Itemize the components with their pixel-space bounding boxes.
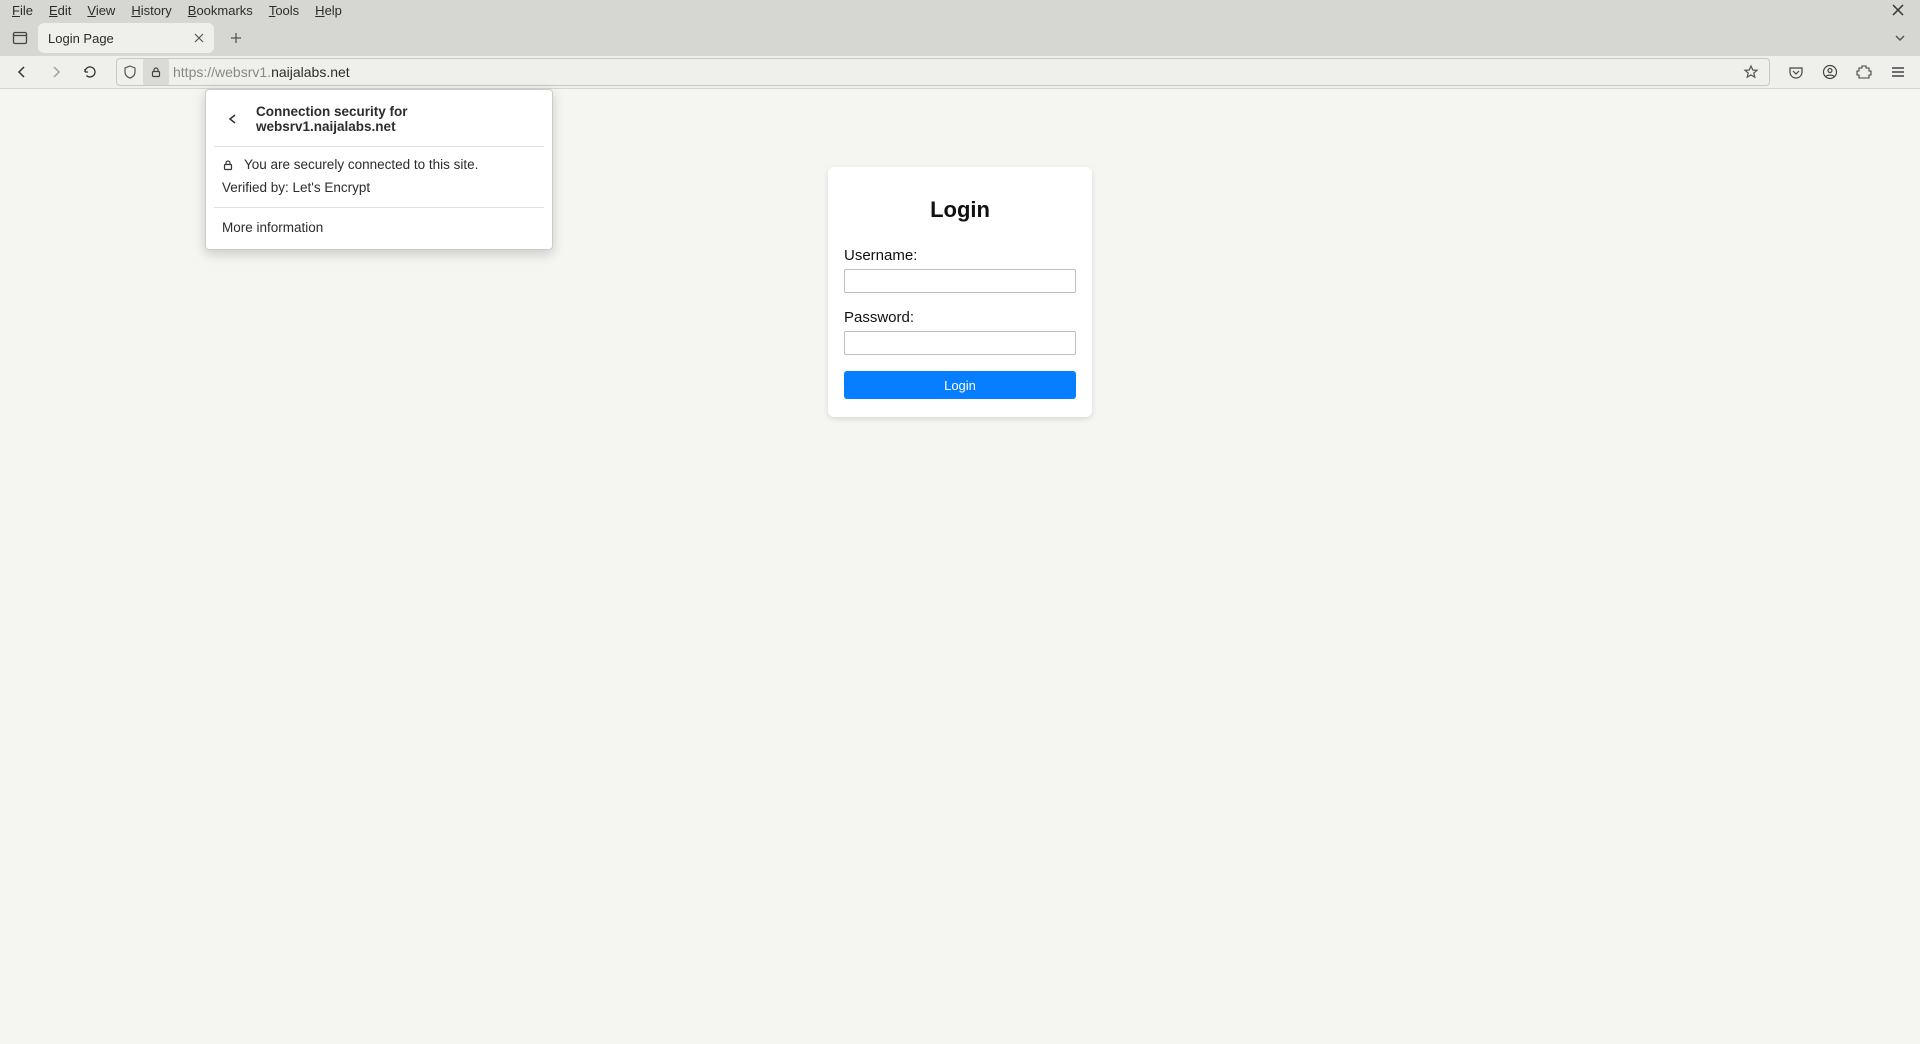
menu-bookmarks[interactable]: Bookmarks xyxy=(180,1,261,20)
popover-verified-text: Verified by: Let's Encrypt xyxy=(214,174,544,208)
login-title: Login xyxy=(844,197,1076,223)
password-label: Password: xyxy=(844,309,1076,326)
page-content: Connection security for websrv1.naijalab… xyxy=(0,89,1920,1044)
tab-title: Login Page xyxy=(48,31,184,46)
menu-history[interactable]: History xyxy=(123,1,179,20)
popover-back-button[interactable] xyxy=(222,108,244,130)
url-protocol: https:// xyxy=(173,64,215,80)
addressbar[interactable]: https://websrv1.naijalabs.net xyxy=(116,58,1770,86)
security-popover: Connection security for websrv1.naijalab… xyxy=(205,89,553,250)
forward-button[interactable] xyxy=(42,58,70,86)
reload-button[interactable] xyxy=(76,58,104,86)
tabstrip: Login Page xyxy=(0,20,1920,56)
app-menu-button[interactable] xyxy=(1884,58,1912,86)
bookmark-star-button[interactable] xyxy=(1737,59,1765,85)
username-label: Username: xyxy=(844,247,1076,264)
extensions-button[interactable] xyxy=(1850,58,1878,86)
url-domain: naijalabs.net xyxy=(271,64,350,80)
menu-help[interactable]: Help xyxy=(307,1,350,20)
menubar: File Edit View History Bookmarks Tools H… xyxy=(0,0,1920,20)
login-card: Login Username: Password: Login xyxy=(828,167,1092,417)
menu-file[interactable]: File xyxy=(4,1,41,20)
password-input[interactable] xyxy=(844,331,1076,355)
popover-title: Connection security for websrv1.naijalab… xyxy=(256,104,536,134)
tab-close-button[interactable] xyxy=(194,33,204,43)
tab-history-button[interactable] xyxy=(6,24,34,52)
lock-icon[interactable] xyxy=(143,59,169,85)
username-input[interactable] xyxy=(844,269,1076,293)
toolbar: https://websrv1.naijalabs.net xyxy=(0,56,1920,89)
menu-edit[interactable]: Edit xyxy=(41,1,79,20)
back-button[interactable] xyxy=(8,58,36,86)
popover-more-info[interactable]: More information xyxy=(206,208,552,239)
tabs-list-button[interactable] xyxy=(1886,24,1914,52)
menu-view[interactable]: View xyxy=(79,1,123,20)
popover-secure-text: You are securely connected to this site. xyxy=(244,157,478,172)
login-button[interactable]: Login xyxy=(844,371,1076,399)
window-close-button[interactable] xyxy=(1892,4,1916,16)
url-subdomain: websrv1. xyxy=(215,64,271,80)
tab-active[interactable]: Login Page xyxy=(38,23,214,53)
pocket-button[interactable] xyxy=(1782,58,1810,86)
new-tab-button[interactable] xyxy=(222,24,250,52)
shield-icon[interactable] xyxy=(117,59,143,85)
popover-lock-icon xyxy=(222,159,234,171)
menu-tools[interactable]: Tools xyxy=(261,1,307,20)
account-button[interactable] xyxy=(1816,58,1844,86)
url-display: https://websrv1.naijalabs.net xyxy=(169,64,1737,80)
